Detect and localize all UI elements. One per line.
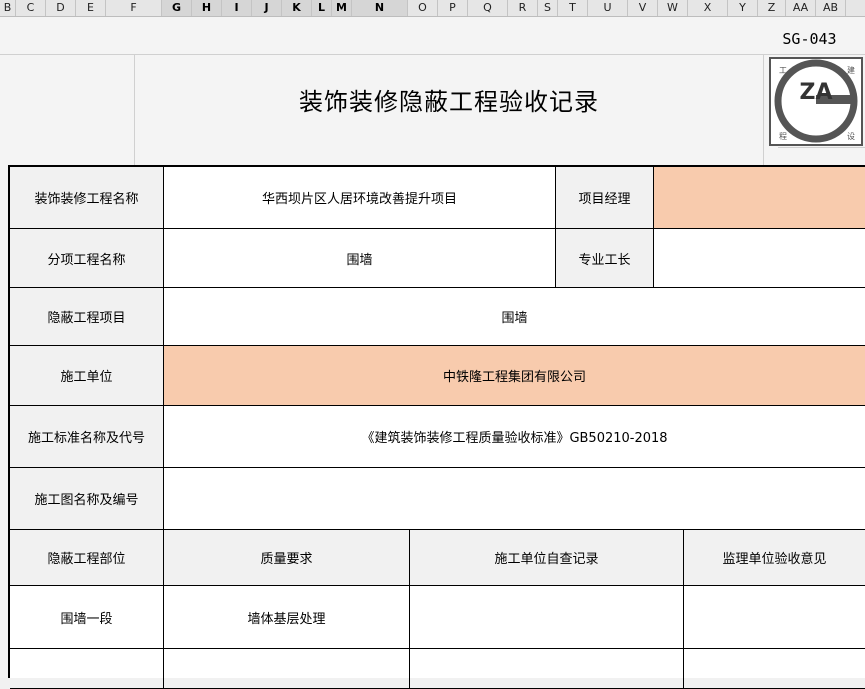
column-header-s[interactable]: S (538, 0, 558, 16)
item-supervisor-opinion[interactable] (684, 649, 865, 689)
label-foreman[interactable]: 专业工长 (556, 229, 654, 288)
item-self-check[interactable] (410, 586, 684, 649)
value-foreman[interactable] (654, 229, 865, 288)
gridline (0, 54, 865, 55)
column-header-t[interactable]: T (558, 0, 588, 16)
item-self-check[interactable] (410, 649, 684, 689)
form-code[interactable]: SG-043 (754, 24, 865, 54)
column-header-z[interactable]: Z (758, 0, 786, 16)
column-header-bar: B C D E F G H I J K L M N O P Q R S T U … (0, 0, 865, 17)
logo-corner-br: 设 (847, 131, 855, 141)
column-header-y[interactable]: Y (728, 0, 758, 16)
header-quality-requirement[interactable]: 质量要求 (164, 530, 410, 586)
logo-corner-bl: 程 (779, 132, 787, 141)
item-quality-requirement[interactable] (164, 649, 410, 689)
label-standard[interactable]: 施工标准名称及代号 (10, 406, 164, 468)
column-header-v[interactable]: V (628, 0, 658, 16)
column-header-d[interactable]: D (46, 0, 76, 16)
label-contractor[interactable]: 施工单位 (10, 346, 164, 406)
value-contractor[interactable]: 中铁隆工程集团有限公司 (164, 346, 865, 406)
column-header-m[interactable]: M (332, 0, 352, 16)
logo-corner-tl: 工 (779, 66, 787, 75)
column-header-aa[interactable]: AA (786, 0, 816, 16)
label-subitem-name[interactable]: 分项工程名称 (10, 229, 164, 288)
logo-text: ZA (800, 80, 833, 105)
column-header-x[interactable]: X (688, 0, 728, 16)
column-header-u[interactable]: U (588, 0, 628, 16)
header-location[interactable]: 隐蔽工程部位 (10, 530, 164, 586)
column-header-h[interactable]: H (192, 0, 222, 16)
column-header-k[interactable]: K (282, 0, 312, 16)
item-location[interactable] (10, 649, 164, 689)
column-header-b[interactable]: B (0, 0, 16, 16)
label-project-name[interactable]: 装饰装修工程名称 (10, 167, 164, 229)
gridline (778, 147, 865, 148)
column-header-ab[interactable]: AB (816, 0, 846, 16)
label-hidden-project[interactable]: 隐蔽工程项目 (10, 288, 164, 346)
value-project-name[interactable]: 华西坝片区人居环境改善提升项目 (164, 167, 556, 229)
column-header-j[interactable]: J (252, 0, 282, 16)
column-header-w[interactable]: W (658, 0, 688, 16)
company-logo: ZA 工 建 程 设 (769, 57, 863, 146)
header-self-check[interactable]: 施工单位自查记录 (410, 530, 684, 586)
column-header-e[interactable]: E (76, 0, 106, 16)
label-project-manager[interactable]: 项目经理 (556, 167, 654, 229)
column-header-g[interactable]: G (162, 0, 192, 16)
value-standard[interactable]: 《建筑装饰装修工程质量验收标准》GB50210-2018 (164, 406, 865, 468)
acceptance-table: 装饰装修工程名称 华西坝片区人居环境改善提升项目 项目经理 分项工程名称 围墙 … (8, 165, 865, 689)
value-project-manager[interactable] (654, 167, 865, 229)
item-supervisor-opinion[interactable] (684, 586, 865, 649)
column-header-c[interactable]: C (16, 0, 46, 16)
value-subitem-name[interactable]: 围墙 (164, 229, 556, 288)
column-header-f[interactable]: F (106, 0, 162, 16)
header-supervisor-opinion[interactable]: 监理单位验收意见 (684, 530, 865, 586)
item-location[interactable]: 围墙一段 (10, 586, 164, 649)
item-quality-requirement[interactable]: 墙体基层处理 (164, 586, 410, 649)
column-header-i[interactable]: I (222, 0, 252, 16)
column-header-r[interactable]: R (508, 0, 538, 16)
label-drawing[interactable]: 施工图名称及编号 (10, 468, 164, 530)
value-hidden-project[interactable]: 围墙 (164, 288, 865, 346)
logo-corner-tr: 建 (847, 65, 855, 75)
column-header-q[interactable]: Q (468, 0, 508, 16)
value-drawing[interactable] (164, 468, 865, 530)
form-title[interactable]: 装饰装修隐蔽工程验收记录 (134, 78, 764, 126)
column-header-n[interactable]: N (352, 0, 408, 16)
column-header-l[interactable]: L (312, 0, 332, 16)
column-header-o[interactable]: O (408, 0, 438, 16)
column-header-p[interactable]: P (438, 0, 468, 16)
